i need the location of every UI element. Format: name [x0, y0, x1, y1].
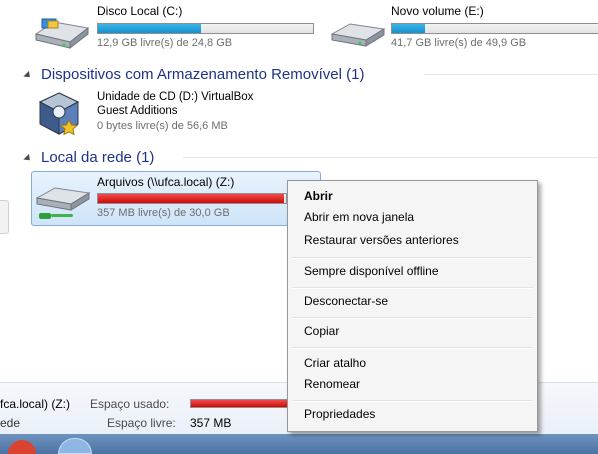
drive-e-name: Novo volume (E:)	[391, 4, 484, 18]
hard-drive-icon	[34, 18, 90, 50]
menu-item-always-available-offline[interactable]: Sempre disponível offline	[304, 262, 439, 280]
group-title-removable: Dispositivos com Armazenamento Removível…	[41, 65, 365, 83]
network-drive-free-space: 357 MB livre(s) de 30,0 GB	[97, 207, 230, 219]
menu-separator	[292, 317, 533, 319]
drive-e-free-space: 41,7 GB livre(s) de 49,9 GB	[391, 37, 527, 49]
start-orb-icon[interactable]	[58, 438, 92, 454]
collapse-arrow-icon[interactable]	[23, 153, 33, 163]
network-drive-usage-bar	[97, 193, 287, 204]
menu-item-create-shortcut[interactable]: Criar atalho	[304, 354, 366, 372]
group-header-removable[interactable]: Dispositivos com Armazenamento Removível…	[23, 64, 365, 84]
drive-c-usage-bar	[97, 23, 314, 34]
menu-separator	[292, 257, 533, 259]
drive-c-name: Disco Local (C:)	[97, 4, 183, 18]
menu-item-disconnect[interactable]: Desconectar-se	[304, 292, 388, 310]
taskbar	[0, 434, 598, 454]
virtualbox-cd-icon	[38, 92, 80, 136]
group-header-network[interactable]: Local da rede (1)	[23, 147, 155, 167]
details-used-label: Espaço usado:	[90, 397, 170, 411]
drive-c-free-space: 12,9 GB livre(s) de 24,8 GB	[97, 37, 233, 49]
cd-drive-free-space: 0 bytes livre(s) de 56,6 MB	[97, 120, 228, 132]
network-drive-name: Arquivos (\\ufca.local) (Z:)	[97, 175, 235, 189]
details-usage-bar	[190, 399, 290, 408]
menu-item-restore-previous-versions[interactable]: Restaurar versões anteriores	[304, 231, 459, 249]
drive-e-usage-bar	[391, 23, 598, 34]
menu-item-rename[interactable]: Renomear	[304, 375, 360, 393]
drive-e-usage-fill	[392, 24, 425, 33]
group-divider	[183, 157, 598, 158]
collapse-arrow-icon[interactable]	[23, 70, 33, 80]
menu-separator	[292, 287, 533, 289]
group-divider	[424, 74, 598, 75]
menu-separator	[292, 400, 533, 402]
menu-separator	[292, 347, 533, 349]
details-type-label: ede	[0, 416, 21, 430]
cd-drive-name-line1: Unidade de CD (D:) VirtualBox	[97, 91, 254, 103]
menu-item-open-new-window[interactable]: Abrir em nova janela	[304, 208, 414, 226]
left-scroll-edge	[0, 200, 9, 234]
details-drive-label: fca.local) (Z:)	[0, 397, 71, 411]
drive-c-usage-fill	[98, 24, 202, 33]
details-usage-fill	[191, 400, 290, 407]
network-drive-icon	[35, 187, 91, 219]
menu-item-open[interactable]: Abrir	[304, 187, 333, 205]
context-menu: Abrir Abrir em nova janela Restaurar ver…	[287, 180, 538, 432]
menu-item-copy[interactable]: Copiar	[304, 322, 339, 340]
hard-drive-icon	[330, 23, 386, 47]
details-free-label: Espaço livre:	[107, 416, 176, 430]
taskbar-app-icon[interactable]	[8, 440, 36, 454]
network-drive-usage-fill	[98, 194, 285, 203]
network-drive-item[interactable]: Arquivos (\\ufca.local) (Z:) 357 MB livr…	[31, 171, 321, 226]
details-free-value: 357 MB	[190, 416, 232, 430]
group-title-network: Local da rede (1)	[41, 148, 155, 166]
menu-item-properties[interactable]: Propriedades	[304, 405, 375, 423]
cd-drive-item[interactable]: Unidade de CD (D:) VirtualBox Guest Addi…	[31, 88, 321, 143]
context-menu-gutter	[288, 181, 298, 431]
cd-drive-name-line2: Guest Additions	[97, 105, 178, 117]
